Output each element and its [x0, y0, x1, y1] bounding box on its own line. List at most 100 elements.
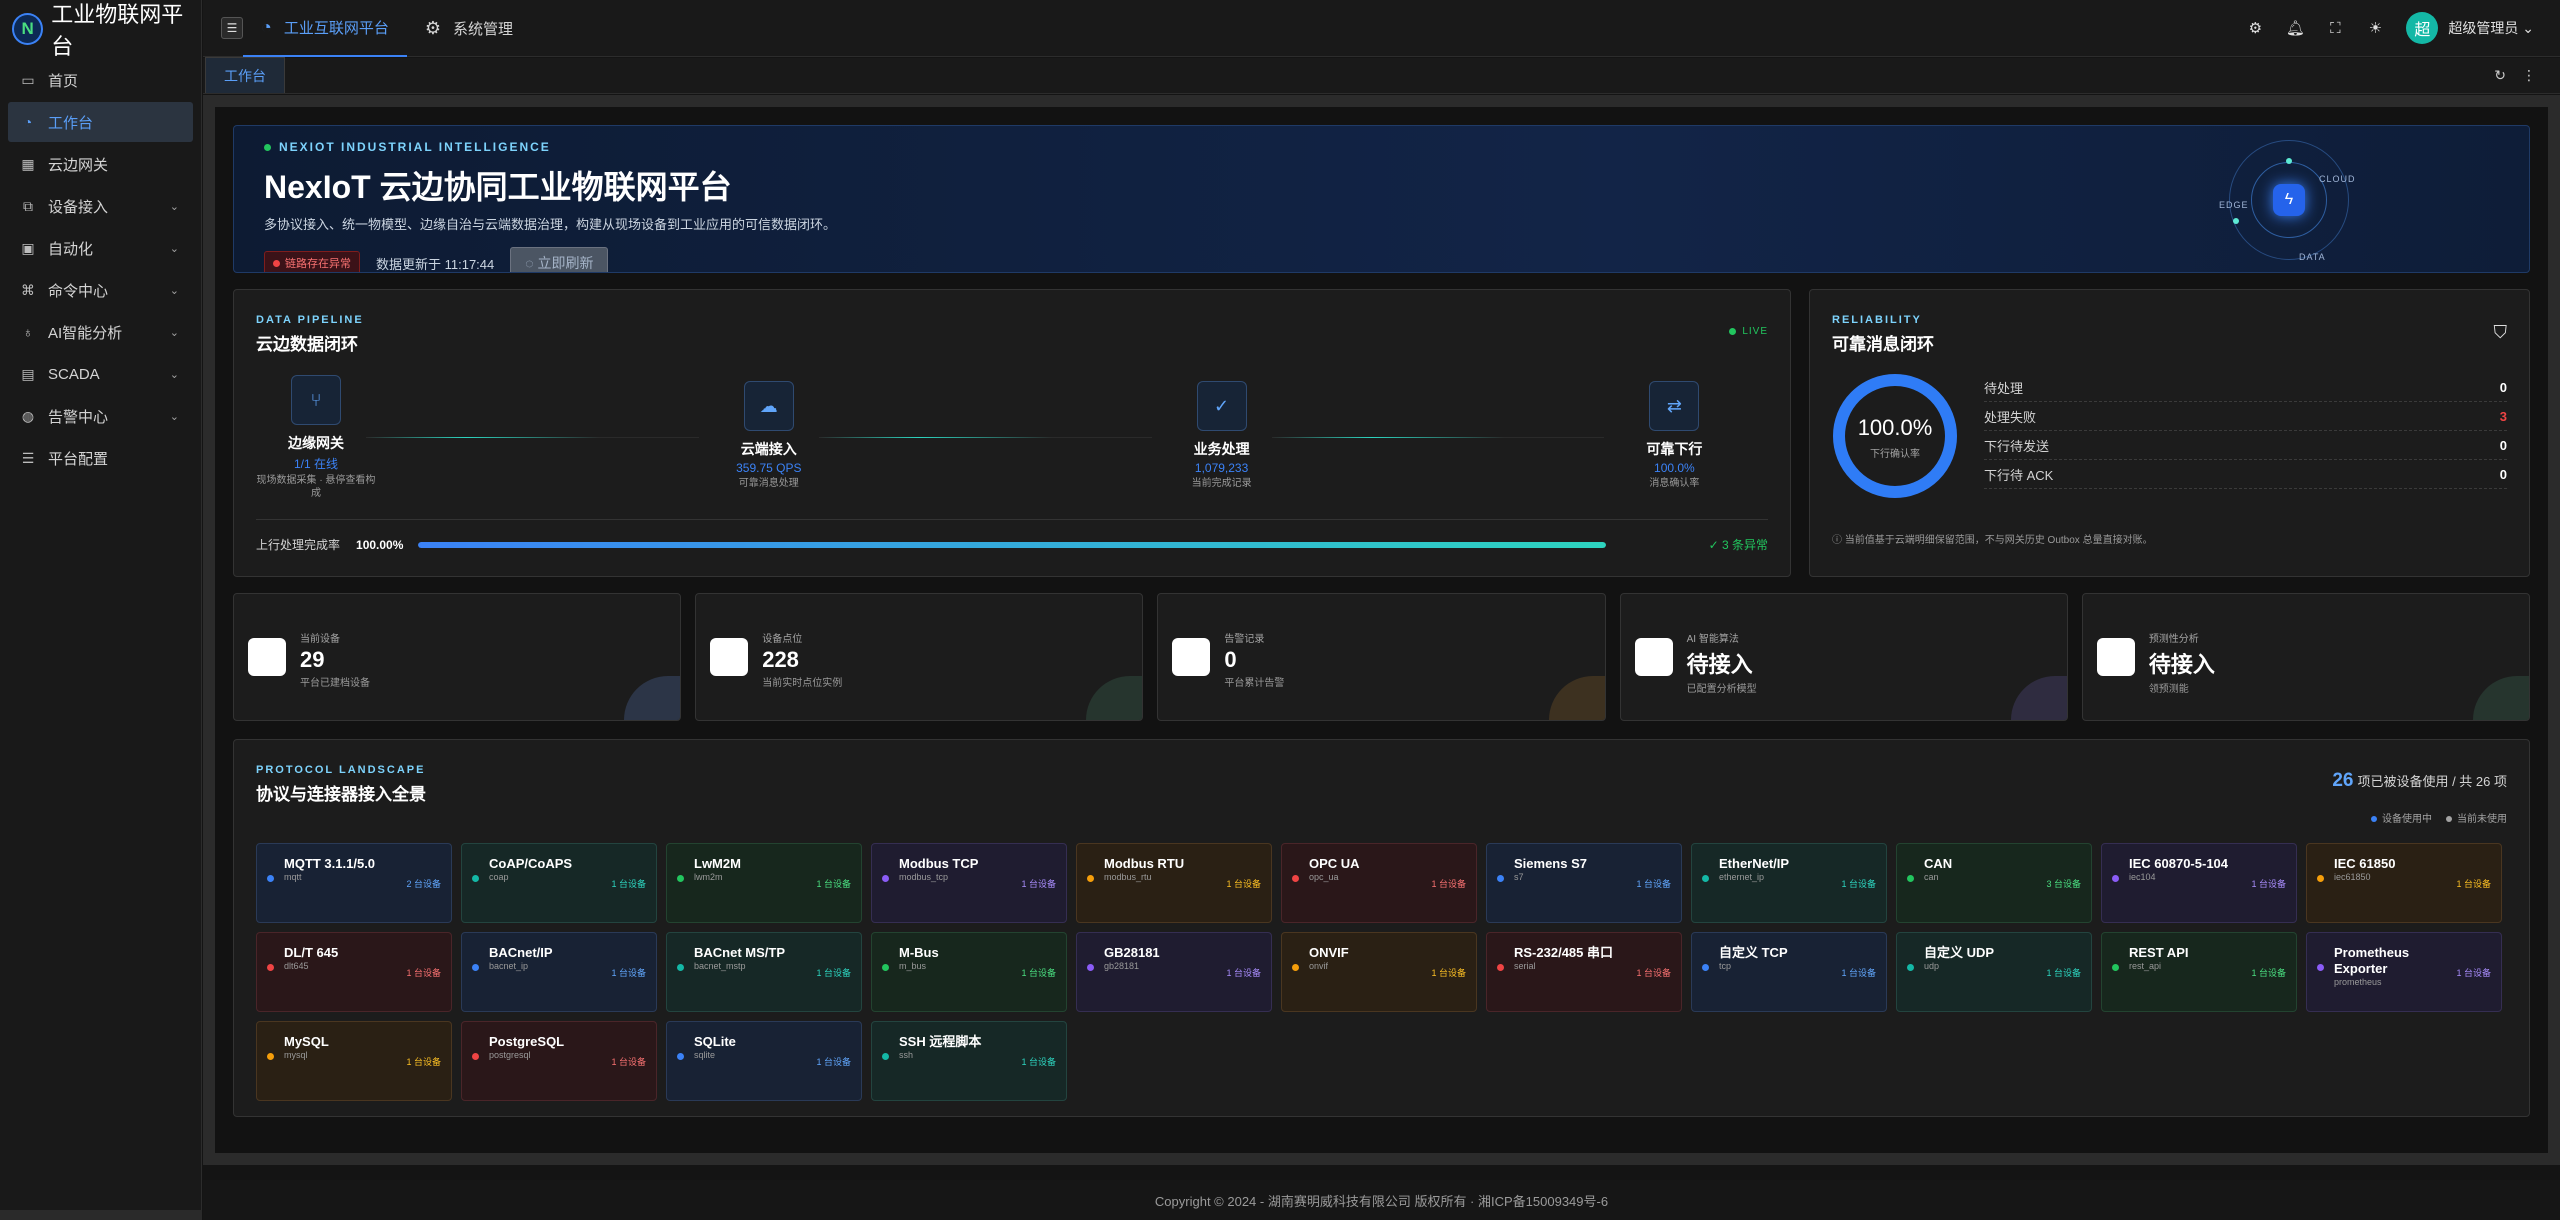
protocol-card[interactable]: CoAP/CoAPS coap 1 台设备	[461, 843, 657, 923]
theme-toggle-icon[interactable]: ☀	[2366, 19, 2384, 37]
protocol-card[interactable]: SSH 远程脚本 ssh 1 台设备	[871, 1021, 1067, 1101]
protocol-card[interactable]: Modbus RTU modbus_rtu 1 台设备	[1076, 843, 1272, 923]
sidebar-item-4[interactable]: ▣ 自动化 ⌄	[8, 228, 193, 268]
pipeline-stage-2[interactable]: ✓ 业务处理 1,079,233 当前完成记录	[1162, 381, 1282, 490]
footer: Copyright © 2024 - 湖南赛明威科技有限公司 版权所有 · 湘I…	[203, 1180, 2560, 1220]
protocol-card[interactable]: EtherNet/IP ethernet_ip 1 台设备	[1691, 843, 1887, 923]
sidebar-item-1[interactable]: ◔ 工作台	[8, 102, 193, 142]
page-tab-workbench[interactable]: 工作台	[205, 57, 285, 93]
protocol-name: IEC 60870-5-104	[2129, 856, 2229, 871]
stat-card-3[interactable]: AI 智能算法 待接入 已配置分析模型	[1619, 593, 2068, 721]
stage-value: 1/1 在线	[293, 457, 339, 471]
screen-icon: ▤	[21, 365, 35, 382]
stat-card-2[interactable]: 告警记录 0 平台累计告警	[1157, 593, 1606, 721]
protocol-code: modbus_rtu	[1104, 872, 1152, 882]
protocol-status-dot	[1497, 964, 1504, 971]
sidebar-scrollbar[interactable]	[0, 1210, 202, 1220]
protocol-card[interactable]: MQTT 3.1.1/5.0 mqtt 2 台设备	[256, 843, 452, 923]
exception-status[interactable]: ✓ 3 条异常	[1709, 536, 1768, 553]
protocol-usage: 1 台设备	[2251, 968, 2286, 978]
protocol-card[interactable]: SQLite sqlite 1 台设备	[666, 1021, 862, 1101]
protocol-usage: 1 台设备	[1636, 879, 1671, 889]
protocol-card[interactable]: DL/T 645 dlt645 1 台设备	[256, 932, 452, 1012]
protocol-card[interactable]: M-Bus m_bus 1 台设备	[871, 932, 1067, 1012]
panel-eyebrow: DATA PIPELINE	[256, 314, 364, 326]
stat-card-0[interactable]: 当前设备 29 平台已建档设备	[233, 593, 682, 721]
device-icon: ⧉	[23, 197, 33, 214]
sidebar-item-2[interactable]: ▦ 云边网关	[8, 144, 193, 184]
stat-card-1[interactable]: 设备点位 228 当前实时点位实例	[695, 593, 1144, 721]
refresh-icon[interactable]: ↻	[2494, 67, 2506, 84]
protocol-count: 26	[2332, 770, 2354, 791]
app-logo[interactable]: N 工业物联网平台	[0, 0, 201, 59]
protocol-card[interactable]: BACnet/IP bacnet_ip 1 台设备	[461, 932, 657, 1012]
sidebar-item-label: 设备接入	[48, 198, 109, 216]
protocol-card[interactable]: MySQL mysql 1 台设备	[256, 1021, 452, 1101]
hero-eyebrow: NEXIOT INDUSTRIAL INTELLIGENCE	[264, 140, 2499, 154]
sidebar-item-9[interactable]: ☰ 平台配置	[8, 438, 193, 478]
protocol-card[interactable]: 自定义 TCP tcp 1 台设备	[1691, 932, 1887, 1012]
exception-status-text: 3 条异常	[1721, 538, 1768, 552]
protocol-text: Modbus TCP modbus_tcp	[899, 856, 978, 910]
stat-card-4[interactable]: 预测性分析 待接入 领预测能	[2081, 593, 2531, 721]
protocol-card[interactable]: REST API rest_api 1 台设备	[2101, 932, 2297, 1012]
protocol-card[interactable]: CAN can 3 台设备	[1896, 843, 2092, 923]
reliability-panel: RELIABILITY 可靠消息闭环 ⛉ 100.0% 下行确认率 待处理 0 处理…	[1809, 289, 2530, 577]
protocol-code: s7	[1514, 872, 1524, 882]
protocol-card[interactable]: BACnet MS/TP bacnet_mstp 1 台设备	[666, 932, 862, 1012]
protocol-text: PostgreSQL postgresql	[489, 1034, 564, 1088]
protocol-status-dot	[1907, 964, 1914, 971]
protocol-card[interactable]: Prometheus Exporter prometheus 1 台设备	[2306, 932, 2502, 1012]
protocol-card[interactable]: 自定义 UDP udp 1 台设备	[1896, 932, 2092, 1012]
protocol-card[interactable]: IEC 61850 iec61850 1 台设备	[2306, 843, 2502, 923]
protocol-name: LwM2M	[694, 856, 741, 871]
reliability-item-value: 3	[2499, 408, 2507, 424]
legend-dot	[2446, 816, 2452, 822]
protocol-text: SQLite sqlite	[694, 1034, 736, 1088]
protocol-code: bacnet_ip	[489, 961, 529, 971]
pipeline-stage-0[interactable]: ⑂ 边缘网关 1/1 在线 现场数据采集 · 悬停查看构成	[256, 375, 376, 500]
hero-subtitle: 多协议接入、统一物模型、边缘自治与云端数据治理，构建从现场设备到工业应用的可信数…	[264, 217, 837, 232]
protocol-status-dot	[267, 964, 274, 971]
top-tab-system-management[interactable]: ⚙ 系统管理	[407, 0, 531, 57]
top-tab-iiot-platform[interactable]: ◔ 工业互联网平台	[243, 0, 407, 57]
edge-cloud-orbit: ϟ EDGE CLOUD DATA	[2219, 140, 2355, 262]
sidebar-item-7[interactable]: ▤ SCADA ⌄	[8, 354, 193, 394]
protocol-status-dot	[1907, 875, 1914, 882]
protocol-text: OPC UA opc_ua	[1309, 856, 1360, 910]
protocol-card[interactable]: ONVIF onvif 1 台设备	[1281, 932, 1477, 1012]
pipeline-stage-3[interactable]: ⇄ 可靠下行 100.0% 消息确认率	[1614, 381, 1734, 490]
settings-icon[interactable]: ⚙	[2246, 19, 2264, 37]
legend-item: 设备使用中	[2371, 810, 2432, 825]
protocol-status-dot	[1292, 964, 1299, 971]
bell-icon[interactable]: 🔔︎	[2286, 19, 2305, 37]
status-dot	[264, 143, 271, 151]
protocol-card[interactable]: OPC UA opc_ua 1 台设备	[1281, 843, 1477, 923]
protocol-card[interactable]: GB28181 gb28181 1 台设备	[1076, 932, 1272, 1012]
protocol-code: prometheus	[2334, 977, 2382, 987]
avatar[interactable]: 超	[2406, 12, 2439, 44]
protocol-card[interactable]: LwM2M lwm2m 1 台设备	[666, 843, 862, 923]
protocol-text: Siemens S7 s7	[1514, 856, 1587, 910]
more-icon[interactable]: ⋮	[2522, 67, 2536, 84]
page-title: NexIoT 云边协同工业物联网平台	[264, 169, 732, 205]
sidebar-item-5[interactable]: ⌘ 命令中心 ⌄	[8, 270, 193, 310]
collapse-menu-icon[interactable]: ☰	[221, 17, 243, 39]
loading-icon: ◌	[525, 255, 538, 271]
sidebar-item-8[interactable]: ◍ 告警中心 ⌄	[8, 396, 193, 436]
refresh-button[interactable]: ◌ 立即刷新	[510, 247, 609, 272]
user-menu[interactable]: 超级管理员 ⌄	[2448, 18, 2534, 38]
monitor-icon: ▭	[21, 71, 35, 88]
protocol-card[interactable]: IEC 60870-5-104 iec104 1 台设备	[2101, 843, 2297, 923]
sidebar-item-3[interactable]: ⧉ 设备接入 ⌄	[8, 186, 193, 226]
fullscreen-icon[interactable]: ⛶	[2326, 19, 2344, 37]
protocol-card[interactable]: Modbus TCP modbus_tcp 1 台设备	[871, 843, 1067, 923]
protocol-card[interactable]: PostgreSQL postgresql 1 台设备	[461, 1021, 657, 1101]
pipeline-stage-1[interactable]: ☁ 云端接入 359.75 QPS 可靠消息处理	[709, 381, 829, 490]
sidebar-item-0[interactable]: ▭ 首页	[8, 60, 193, 100]
protocol-card[interactable]: Siemens S7 s7 1 台设备	[1486, 843, 1682, 923]
sidebar-item-6[interactable]: ♁ AI智能分析 ⌄	[8, 312, 193, 352]
protocol-card[interactable]: RS-232/485 串口 serial 1 台设备	[1486, 932, 1682, 1012]
alarm-icon: ◍	[21, 407, 35, 424]
progress-value: 100.00%	[356, 537, 404, 552]
